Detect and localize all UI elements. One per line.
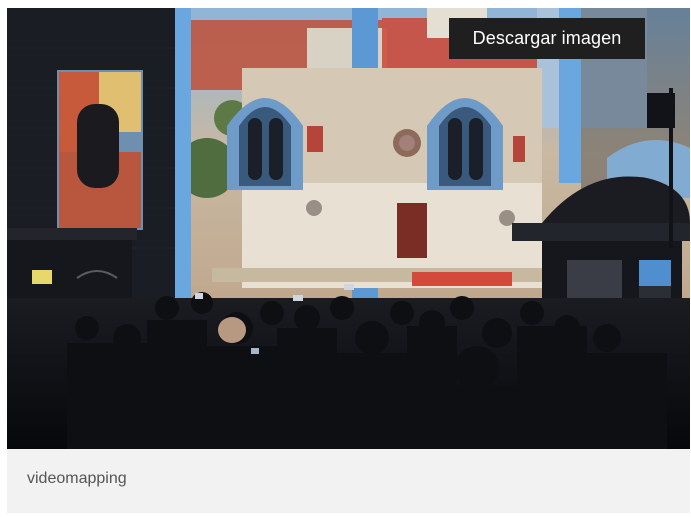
image-card: Descargar imagen videomapping (7, 8, 690, 513)
download-image-button[interactable]: Descargar imagen (449, 18, 645, 59)
image-caption: videomapping (27, 470, 127, 487)
projection-photo[interactable]: Descargar imagen (7, 8, 690, 449)
photo-illustration (7, 8, 690, 449)
